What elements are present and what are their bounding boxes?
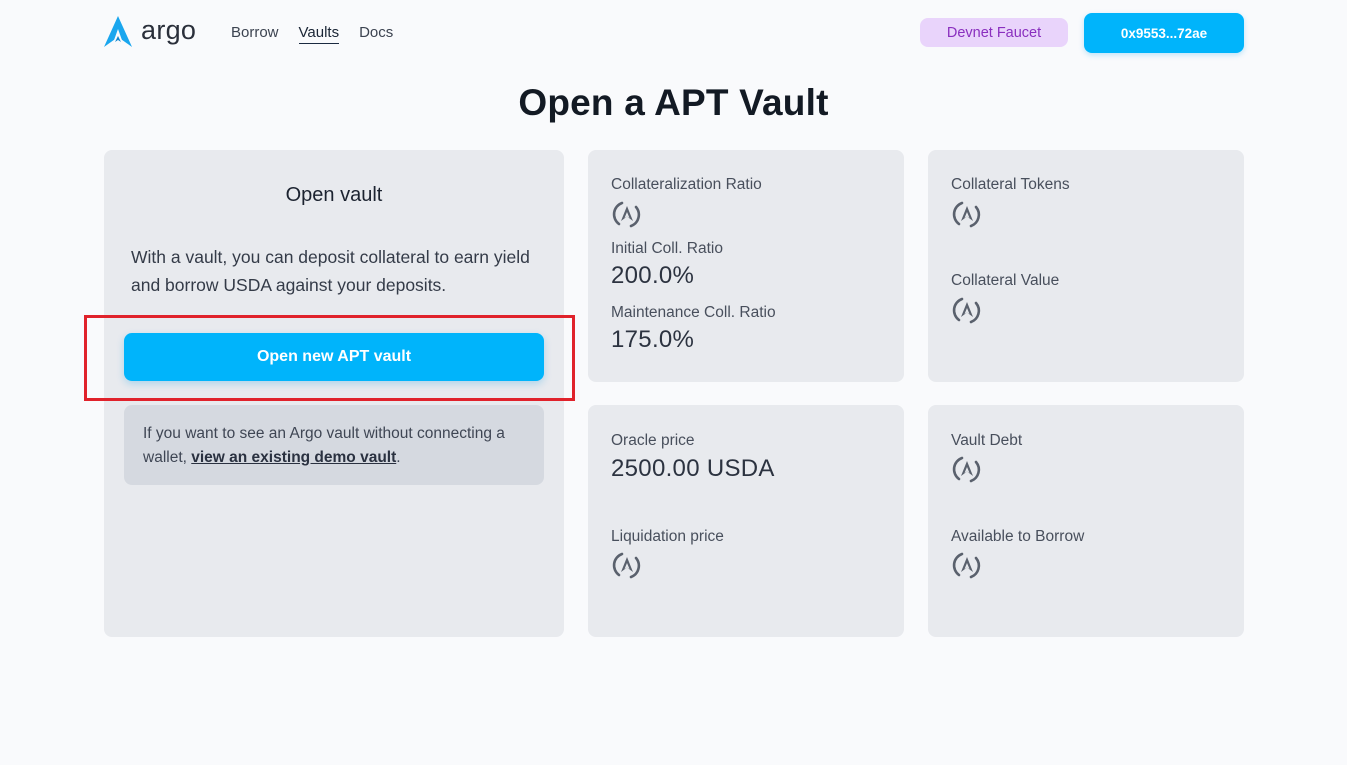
argo-logo-icon (103, 15, 133, 48)
liquidation-price-label: Liquidation price (611, 528, 724, 545)
initial-coll-ratio-label: Initial Coll. Ratio (611, 240, 723, 257)
logo-text: argo (141, 15, 197, 45)
demo-vault-note: If you want to see an Argo vault without… (124, 405, 544, 485)
loading-spinner-icon (950, 197, 984, 231)
open-vault-description: With a vault, you can deposit collateral… (131, 247, 530, 295)
demo-note-suffix: . (396, 449, 401, 466)
nav-borrow[interactable]: Borrow (231, 24, 279, 44)
wallet-address-button[interactable]: 0x9553...72ae (1084, 13, 1244, 53)
loading-spinner-icon (950, 452, 984, 486)
main-nav: Borrow Vaults Docs (231, 24, 393, 44)
demo-vault-link[interactable]: view an existing demo vault (191, 449, 396, 466)
open-new-vault-button[interactable]: Open new APT vault (124, 333, 544, 381)
header: argo Borrow Vaults Docs Devnet Faucet 0x… (0, 0, 1347, 68)
available-to-borrow-label: Available to Borrow (951, 528, 1085, 545)
loading-spinner-icon (950, 548, 984, 582)
devnet-faucet-button[interactable]: Devnet Faucet (920, 18, 1068, 47)
nav-vaults[interactable]: Vaults (298, 24, 340, 44)
collateralization-ratio-label: Collateralization Ratio (611, 176, 762, 193)
vault-debt-label: Vault Debt (951, 432, 1023, 449)
open-vault-title: Open vault (285, 184, 383, 206)
maintenance-coll-ratio-label: Maintenance Coll. Ratio (611, 304, 776, 321)
page-title: Open a APT Vault (518, 82, 829, 123)
price-card: Oracle price 2500.00 USDA Liquidation pr… (588, 405, 904, 637)
maintenance-coll-ratio-value: 175.0% (611, 326, 695, 353)
debt-card: Vault Debt Available to Borrow (928, 405, 1244, 637)
nav-docs[interactable]: Docs (359, 24, 393, 44)
collateralization-card: Collateralization Ratio Initial Coll. Ra… (588, 150, 904, 382)
argo-logo[interactable]: argo (103, 15, 196, 48)
loading-spinner-icon (610, 197, 644, 231)
oracle-price-value: 2500.00 USDA (611, 455, 775, 482)
collateral-card: Collateral Tokens Collateral Value (928, 150, 1244, 382)
loading-spinner-icon (610, 548, 644, 582)
oracle-price-label: Oracle price (611, 432, 695, 449)
loading-spinner-icon (950, 293, 984, 327)
collateral-value-label: Collateral Value (951, 272, 1060, 289)
initial-coll-ratio-value: 200.0% (611, 262, 695, 289)
collateral-tokens-label: Collateral Tokens (951, 176, 1070, 193)
